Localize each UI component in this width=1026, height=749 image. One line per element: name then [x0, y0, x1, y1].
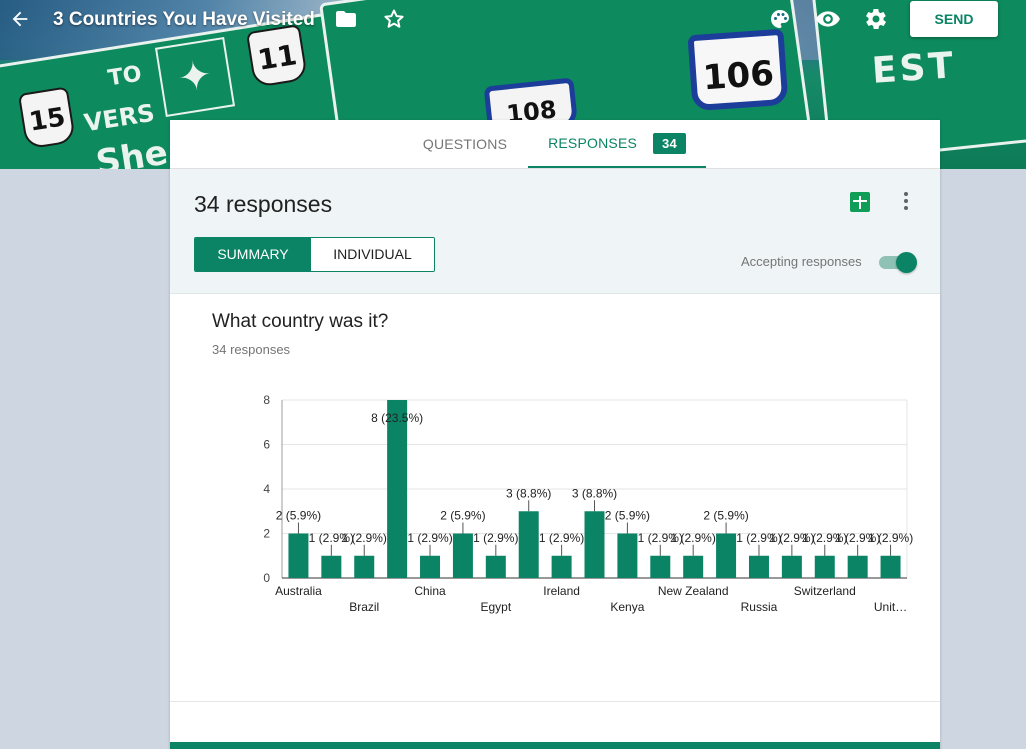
toggle-knob [896, 252, 917, 273]
bar [748, 555, 769, 578]
bar [518, 511, 539, 578]
data-label: 1 (2.9%) [473, 531, 518, 545]
y-tick-label: 8 [263, 393, 270, 407]
individual-button[interactable]: INDIVIDUAL [311, 238, 434, 271]
tab-questions-label: QUESTIONS [422, 136, 508, 152]
star-icon[interactable] [380, 5, 408, 33]
tab-questions[interactable]: QUESTIONS [408, 120, 522, 168]
bar [551, 555, 572, 578]
bar [847, 555, 868, 578]
bar [452, 533, 473, 578]
responses-count-badge: 34 [653, 132, 686, 154]
responses-count-title: 34 responses [194, 191, 333, 217]
eye-icon[interactable] [814, 5, 842, 33]
spreadsheet-icon[interactable] [850, 192, 870, 212]
gear-icon[interactable] [862, 5, 890, 33]
question-response-count: 34 responses [212, 342, 291, 357]
accepting-responses-toggle[interactable] [879, 251, 917, 273]
bar [485, 555, 506, 578]
x-category-label: Switzerland [794, 584, 856, 598]
bar [387, 400, 408, 578]
bar [617, 533, 638, 578]
responses-card: QUESTIONS RESPONSES 34 34 responses SUMM… [170, 120, 940, 749]
card-divider [170, 701, 940, 702]
data-label: 3 (8.8%) [572, 486, 617, 500]
data-label: 3 (8.8%) [506, 486, 551, 500]
more-options-icon[interactable] [898, 189, 914, 213]
palette-icon[interactable] [766, 5, 794, 33]
tab-bar: QUESTIONS RESPONSES 34 [170, 120, 940, 169]
bar [880, 555, 901, 578]
x-category-label: Kenya [610, 600, 644, 614]
y-tick-label: 6 [263, 438, 270, 452]
accepting-responses-label: Accepting responses [741, 254, 862, 269]
bar [321, 555, 342, 578]
bar [420, 555, 441, 578]
bar [354, 555, 375, 578]
data-label: 2 (5.9%) [440, 509, 485, 523]
bar [650, 555, 671, 578]
data-label: 1 (2.9%) [868, 531, 913, 545]
tab-responses[interactable]: RESPONSES 34 [528, 120, 706, 168]
banner-sign-text: 15 [17, 86, 77, 150]
bottom-accent-bar [170, 742, 940, 749]
y-tick-label: 2 [263, 527, 270, 541]
x-category-label: Unit… [874, 600, 907, 614]
data-label: 2 (5.9%) [703, 509, 748, 523]
x-category-label: New Zealand [658, 584, 729, 598]
x-category-label: Australia [275, 584, 322, 598]
bar [716, 533, 737, 578]
y-tick-label: 4 [263, 482, 270, 496]
bar [814, 555, 835, 578]
question-title: What country was it? [212, 311, 389, 332]
bar [781, 555, 802, 578]
folder-icon[interactable] [332, 5, 360, 33]
banner-sign-text: 106 [687, 28, 789, 112]
data-label: 1 (2.9%) [539, 531, 584, 545]
x-category-label: Egypt [480, 600, 511, 614]
data-label: 2 (5.9%) [276, 509, 321, 523]
bar [288, 533, 309, 578]
summary-button[interactable]: SUMMARY [195, 238, 311, 271]
data-label: 1 (2.9%) [671, 531, 716, 545]
tab-responses-label: RESPONSES [548, 135, 638, 151]
back-arrow-icon[interactable] [6, 5, 34, 33]
x-category-label: Brazil [349, 600, 379, 614]
responses-header: 34 responses SUMMARY INDIVIDUAL Acceptin… [170, 169, 940, 294]
x-category-label: Ireland [543, 584, 580, 598]
bar-chart: 0 2 4 6 8 2 (5.9%) 1 (2.9%) 1 (2.9%) 8 (23.5%) 1 … [263, 393, 913, 614]
banner-sign-text: EST [870, 45, 958, 92]
data-label: 1 (2.9%) [342, 531, 387, 545]
bar [683, 555, 704, 578]
view-toggle: SUMMARY INDIVIDUAL [194, 237, 435, 272]
banner-sign-text: TO [106, 61, 144, 92]
data-label: 8 (23.5%) [371, 411, 423, 425]
form-title[interactable]: 3 Countries You Have Visited [53, 9, 315, 31]
x-category-label: Russia [741, 600, 778, 614]
bar [584, 511, 605, 578]
data-label: 2 (5.9%) [605, 509, 650, 523]
maple-leaf-icon: ✦ [154, 36, 236, 118]
data-label: 1 (2.9%) [407, 531, 452, 545]
top-bar: 3 Countries You Have Visited SEND [0, 0, 1026, 40]
y-tick-label: 0 [263, 571, 270, 585]
send-button[interactable]: SEND [910, 1, 998, 37]
x-category-label: China [414, 584, 446, 598]
